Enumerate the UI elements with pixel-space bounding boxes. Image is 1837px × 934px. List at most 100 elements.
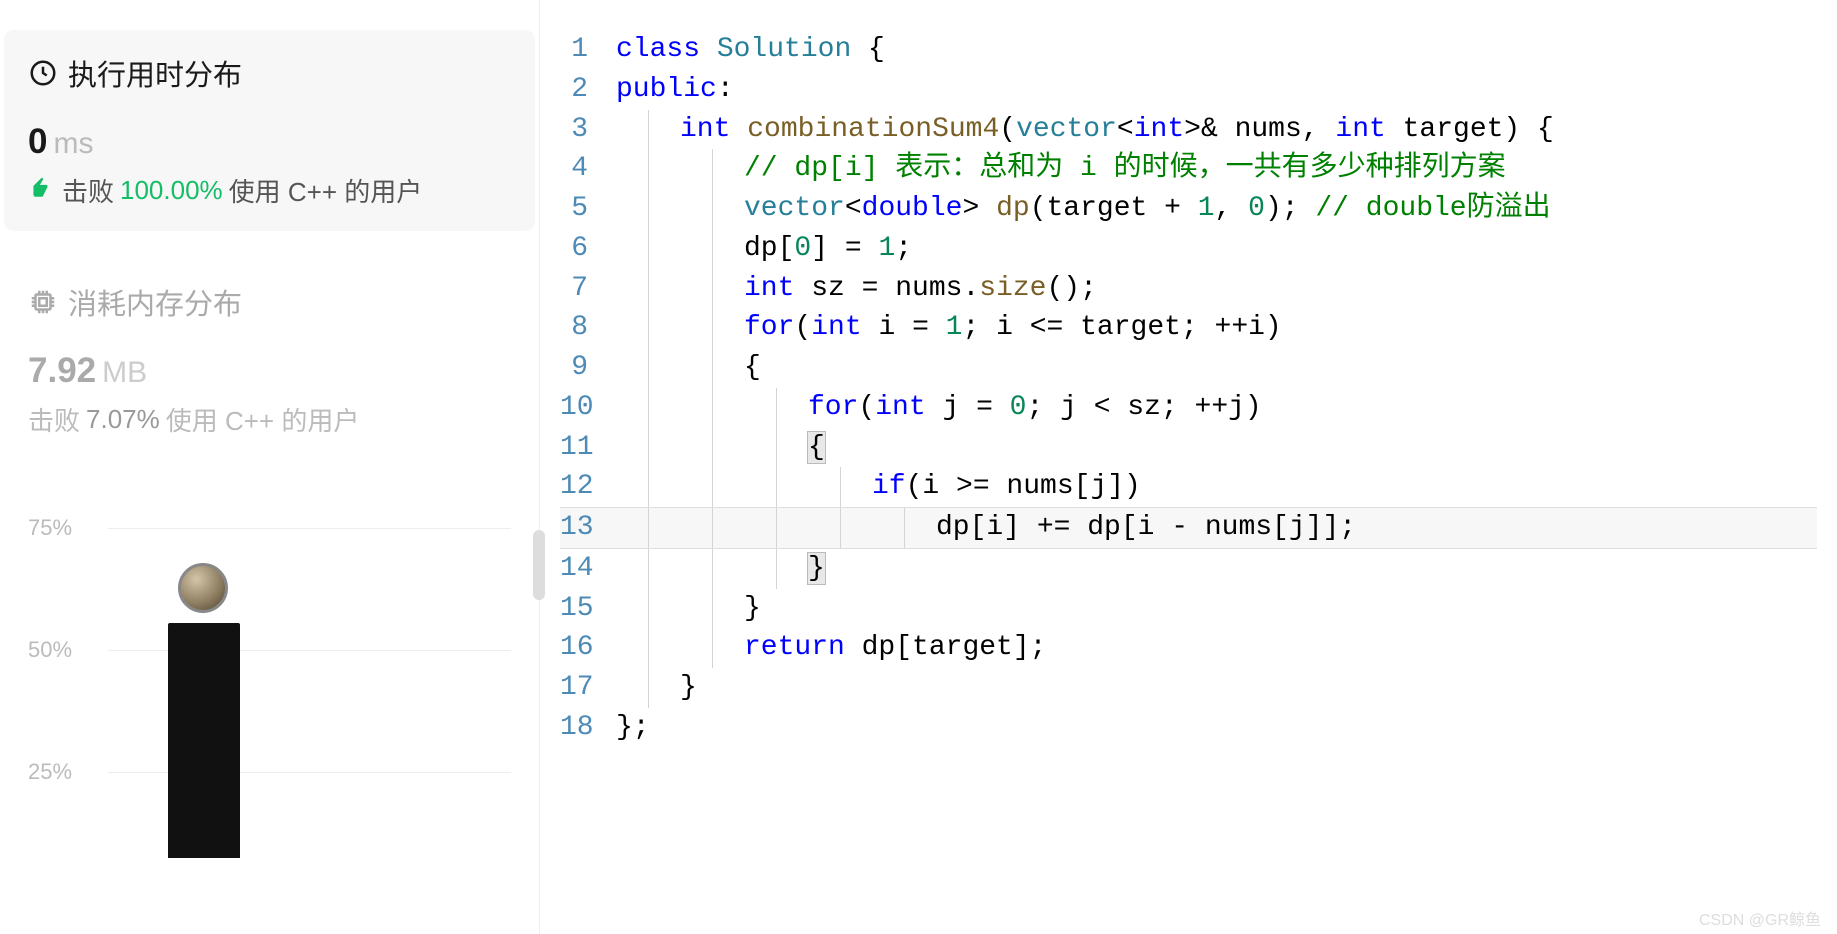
indent-guide (776, 508, 777, 548)
indent-guide (712, 549, 713, 589)
runtime-card[interactable]: 执行用时分布 0ms 击败 100.00% 使用 C++ 的用户 (4, 30, 535, 231)
code-token: dp[i] += dp[i - nums[j]]; (936, 512, 1356, 543)
code-token: // dp[i] 表示：总和为 i 的时候，一共有多少种排列方案 (744, 153, 1506, 184)
indent-guide (648, 589, 649, 629)
code-token: , (1215, 193, 1249, 224)
code-token: return (744, 632, 845, 663)
code-line[interactable]: 5vector<double> dp(target + 1, 0); // do… (560, 189, 1817, 229)
code-content: } (616, 589, 761, 629)
code-line[interactable]: 10for(int j = 0; j < sz; ++j) (560, 388, 1817, 428)
code-token: ; j < sz; ++j) (1026, 392, 1261, 423)
code-line[interactable]: 11{ (560, 428, 1817, 468)
code-token: combinationSum4 (747, 114, 999, 145)
code-token: for (808, 392, 858, 423)
memory-beat-line: 击败 7.07% 使用 C++ 的用户 (28, 401, 511, 438)
code-token: size (979, 273, 1046, 304)
code-token: dp[target]; (845, 632, 1047, 663)
code-line[interactable]: 7int sz = nums.size(); (560, 269, 1817, 309)
code-line[interactable]: 6dp[0] = 1; (560, 229, 1817, 269)
indent-guide (712, 308, 713, 348)
indent-guide (648, 110, 649, 150)
memory-section: 消耗内存分布 7.92MB 击败 7.07% 使用 C++ 的用户 (28, 281, 511, 438)
avatar[interactable] (178, 563, 228, 613)
line-number: 1 (560, 30, 616, 70)
indent-guide (712, 348, 713, 388)
code-line[interactable]: 8for(int i = 1; i <= target; ++i) (560, 308, 1817, 348)
code-token: > (962, 193, 996, 224)
code-token: (i >= nums[j]) (906, 471, 1141, 502)
memory-beat-label: 击败 (28, 401, 80, 438)
code-content: class Solution { (616, 30, 885, 70)
code-token: int (875, 392, 925, 423)
code-line[interactable]: 15} (560, 589, 1817, 629)
code-token: ( (858, 392, 875, 423)
code-editor[interactable]: 1class Solution {2public:3int combinatio… (540, 0, 1837, 934)
runtime-value: 0 (28, 122, 47, 161)
memory-header[interactable]: 消耗内存分布 (28, 281, 511, 323)
runtime-section: 执行用时分布 0ms 击败 100.00% 使用 C++ 的用户 (28, 30, 511, 231)
code-token: dp (996, 193, 1030, 224)
code-token: (target + (1030, 193, 1198, 224)
code-token: ] = (811, 233, 878, 264)
indent-guide (712, 388, 713, 428)
code-token: 0 (1248, 193, 1265, 224)
y-grid (108, 528, 511, 529)
chart-bar[interactable] (168, 623, 240, 858)
code-token: // double防溢出 (1315, 193, 1550, 224)
code-line[interactable]: 9{ (560, 348, 1817, 388)
code-content: vector<double> dp(target + 1, 0); // dou… (616, 189, 1551, 229)
code-content: if(i >= nums[j]) (616, 467, 1141, 507)
chip-icon (28, 287, 58, 317)
code-content: dp[i] += dp[i - nums[j]]; (616, 508, 1356, 548)
line-number: 3 (560, 110, 616, 150)
code-line[interactable]: 18}; (560, 708, 1817, 748)
code-line[interactable]: 3int combinationSum4(vector<int>& nums, … (560, 110, 1817, 150)
runtime-title: 执行用时分布 (68, 52, 242, 94)
code-line[interactable]: 14} (560, 549, 1817, 589)
indent-guide (648, 189, 649, 229)
code-token: class (616, 34, 700, 65)
code-line[interactable]: 2public: (560, 70, 1817, 110)
code-token: { (744, 352, 761, 383)
code-token: } (808, 553, 825, 584)
code-content: return dp[target]; (616, 628, 1046, 668)
code-token: } (680, 672, 697, 703)
code-line[interactable]: 1class Solution { (560, 30, 1817, 70)
runtime-beat-pct: 100.00% (120, 175, 223, 206)
code-line[interactable]: 17} (560, 668, 1817, 708)
line-number: 14 (560, 549, 616, 589)
memory-beat-pct: 7.07% (86, 404, 160, 435)
code-content: // dp[i] 表示：总和为 i 的时候，一共有多少种排列方案 (616, 149, 1506, 189)
line-number: 12 (560, 467, 616, 507)
code-token: i = (862, 312, 946, 343)
indent-guide (712, 628, 713, 668)
indent-guide (712, 589, 713, 629)
code-token: 0 (1010, 392, 1027, 423)
indent-guide (648, 508, 649, 548)
indent-guide (648, 428, 649, 468)
indent-guide (648, 308, 649, 348)
line-number: 2 (560, 70, 616, 110)
line-number: 9 (560, 348, 616, 388)
indent-guide (840, 508, 841, 548)
line-number: 11 (560, 428, 616, 468)
clap-icon (28, 174, 54, 207)
code-line[interactable]: 16return dp[target]; (560, 628, 1817, 668)
code-token: 1 (878, 233, 895, 264)
code-token: 0 (794, 233, 811, 264)
y-tick: 25% (28, 759, 72, 785)
code-token: (); (1046, 273, 1096, 304)
line-number: 16 (560, 628, 616, 668)
code-line[interactable]: 12if(i >= nums[j]) (560, 467, 1817, 507)
runtime-chart: 75% 50% 25% (28, 488, 511, 818)
line-number: 10 (560, 388, 616, 428)
indent-guide (776, 388, 777, 428)
code-line[interactable]: 13dp[i] += dp[i - nums[j]]; (560, 507, 1817, 549)
code-token: } (744, 593, 761, 624)
code-token: public (616, 74, 717, 105)
y-tick: 75% (28, 515, 72, 541)
code-line[interactable]: 4// dp[i] 表示：总和为 i 的时候，一共有多少种排列方案 (560, 149, 1817, 189)
code-token: int (811, 312, 861, 343)
indent-guide (648, 628, 649, 668)
code-content: int sz = nums.size(); (616, 269, 1097, 309)
